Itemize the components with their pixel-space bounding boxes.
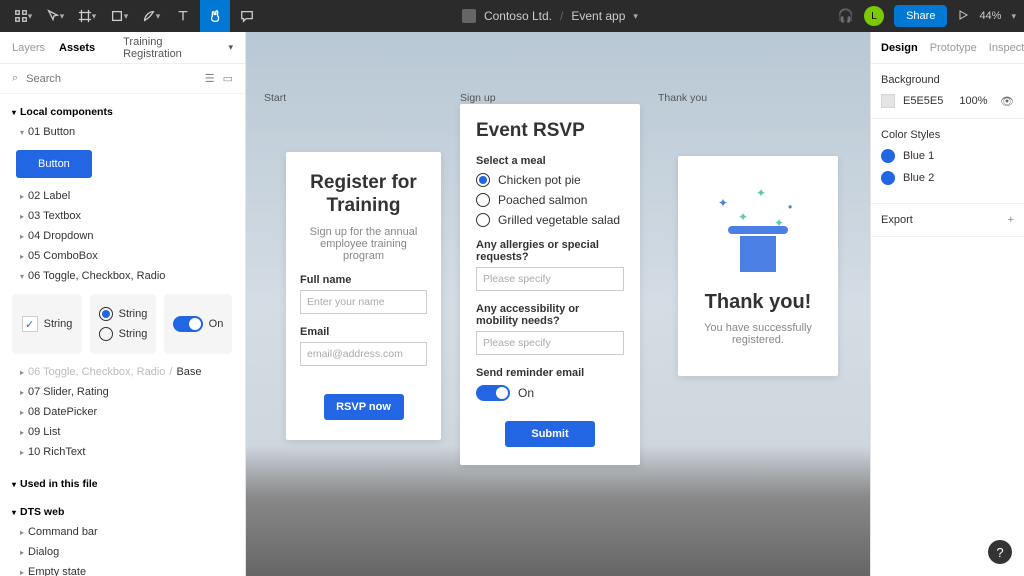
tab-design[interactable]: Design — [881, 42, 918, 54]
email-label: Email — [300, 326, 427, 338]
comp-dialog[interactable]: Dialog — [0, 542, 245, 562]
section-used[interactable]: Used in this file — [0, 474, 245, 494]
artboard-thanks[interactable]: ✦ ✦ • ✦ ✦ Thank you! You have successful… — [678, 156, 838, 376]
comp-toggle[interactable]: 06 Toggle, Checkbox, Radio — [0, 266, 245, 286]
comp-dropdown[interactable]: 04 Dropdown — [0, 226, 245, 246]
topbar-actions: 🎧 L Share 44% ▾ — [838, 5, 1016, 27]
email-input[interactable]: email@address.com — [300, 342, 427, 366]
access-label: Any accessibility or mobility needs? — [476, 303, 624, 327]
text-tool[interactable] — [168, 0, 198, 32]
start-title: Register for Training — [300, 172, 427, 218]
tab-inspect[interactable]: Inspect — [989, 42, 1024, 54]
canvas[interactable]: Start Register for Training Sign up for … — [246, 32, 870, 576]
color-style-1[interactable]: Blue 1 — [881, 149, 1014, 163]
comp-button[interactable]: 01 Button — [0, 122, 245, 142]
celebration-icon: ✦ ✦ • ✦ ✦ — [708, 186, 808, 276]
eye-icon[interactable]: 👁 — [1000, 95, 1014, 108]
org-logo — [462, 9, 476, 23]
section-dts[interactable]: DTS web — [0, 502, 245, 522]
comp-path: 06 Toggle, Checkbox, Radio / Base — [0, 362, 245, 382]
submit-button[interactable]: Submit — [505, 421, 595, 447]
help-button[interactable]: ? — [988, 540, 1012, 564]
fullname-label: Full name — [300, 274, 427, 286]
variant-previews: ✓String String String On — [0, 286, 245, 362]
tool-group: ▾ ▾ ▾ ▾ ▾ — [8, 0, 262, 32]
export-label: Export — [881, 214, 913, 226]
allergies-input[interactable]: Please specify — [476, 267, 624, 291]
comp-empty[interactable]: Empty state — [0, 562, 245, 576]
bg-title: Background — [881, 74, 1014, 86]
thanks-sub: You have successfully registered. — [692, 322, 824, 346]
comp-textbox[interactable]: 03 Textbox — [0, 206, 245, 226]
bg-swatch[interactable] — [881, 94, 895, 108]
thanks-title: Thank you! — [692, 290, 824, 314]
frame-label-signup[interactable]: Sign up — [460, 92, 496, 104]
book-icon[interactable]: ▭ — [223, 72, 233, 85]
access-input[interactable]: Please specify — [476, 331, 624, 355]
artboard-start[interactable]: Register for Training Sign up for the an… — [286, 152, 441, 440]
tab-prototype[interactable]: Prototype — [930, 42, 977, 54]
menu-tool[interactable]: ▾ — [8, 0, 38, 32]
top-toolbar: ▾ ▾ ▾ ▾ ▾ Contoso Ltd. / Event app ▾ 🎧 L… — [0, 0, 1024, 32]
hand-tool[interactable] — [200, 0, 230, 32]
frame-tool[interactable]: ▾ — [72, 0, 102, 32]
radio-variant[interactable]: String String — [90, 294, 156, 354]
zoom-level[interactable]: 44% — [979, 10, 1001, 22]
comp-label[interactable]: 02 Label — [0, 186, 245, 206]
move-tool[interactable]: ▾ — [40, 0, 70, 32]
left-panel: Layers Assets Training Registration ▾ ⌕ … — [0, 32, 246, 576]
list-view-icon[interactable]: ☰ — [205, 72, 215, 85]
checkbox-variant[interactable]: ✓String — [12, 294, 82, 354]
allergies-label: Any allergies or special requests? — [476, 239, 624, 263]
signup-title: Event RSVP — [476, 120, 624, 143]
rsvp-button[interactable]: RSVP now — [324, 394, 404, 420]
start-sub: Sign up for the annual employee training… — [300, 226, 427, 262]
share-button[interactable]: Share — [894, 5, 947, 27]
radio-icon[interactable] — [476, 213, 490, 227]
org-name[interactable]: Contoso Ltd. — [484, 9, 552, 23]
headphones-icon[interactable]: 🎧 — [838, 8, 854, 24]
shape-tool[interactable]: ▾ — [104, 0, 134, 32]
plus-icon[interactable]: + — [1008, 214, 1014, 226]
toggle-icon[interactable] — [476, 385, 510, 401]
button-preview: Button — [0, 142, 245, 186]
bg-hex[interactable]: E5E5E5 — [903, 95, 943, 107]
button-demo[interactable]: Button — [16, 150, 92, 178]
bg-pct[interactable]: 100% — [959, 95, 987, 107]
radio-icon[interactable] — [476, 193, 490, 207]
reminder-label: Send reminder email — [476, 367, 624, 379]
frame-label-start[interactable]: Start — [264, 92, 286, 104]
breadcrumb: Contoso Ltd. / Event app ▾ — [262, 9, 838, 23]
comment-tool[interactable] — [232, 0, 262, 32]
comp-list[interactable]: 09 List — [0, 422, 245, 442]
radio-icon[interactable] — [476, 173, 490, 187]
comp-datepicker[interactable]: 08 DatePicker — [0, 402, 245, 422]
colorstyles-title: Color Styles — [881, 129, 1014, 141]
comp-slider[interactable]: 07 Slider, Rating — [0, 382, 245, 402]
meal-label: Select a meal — [476, 155, 624, 167]
fullname-input[interactable]: Enter your name — [300, 290, 427, 314]
comp-combobox[interactable]: 05 ComboBox — [0, 246, 245, 266]
comp-commandbar[interactable]: Command bar — [0, 522, 245, 542]
tab-layers[interactable]: Layers — [12, 42, 45, 54]
frame-label-thanks[interactable]: Thank you — [658, 92, 707, 104]
avatar[interactable]: L — [864, 6, 884, 26]
tab-assets[interactable]: Assets — [59, 42, 95, 54]
present-icon[interactable] — [957, 9, 969, 24]
section-local[interactable]: Local components — [0, 102, 245, 122]
search-input[interactable] — [26, 73, 197, 85]
toggle-variant[interactable]: On — [164, 294, 232, 354]
comp-richtext[interactable]: 10 RichText — [0, 442, 245, 462]
pen-tool[interactable]: ▾ — [136, 0, 166, 32]
current-frame[interactable]: Training Registration — [123, 36, 214, 60]
artboard-signup[interactable]: Event RSVP Select a meal Chicken pot pie… — [460, 104, 640, 465]
color-style-2[interactable]: Blue 2 — [881, 171, 1014, 185]
right-panel: Design Prototype Inspect Background E5E5… — [870, 32, 1024, 576]
search-icon: ⌕ — [12, 72, 18, 85]
file-name[interactable]: Event app — [571, 9, 625, 23]
